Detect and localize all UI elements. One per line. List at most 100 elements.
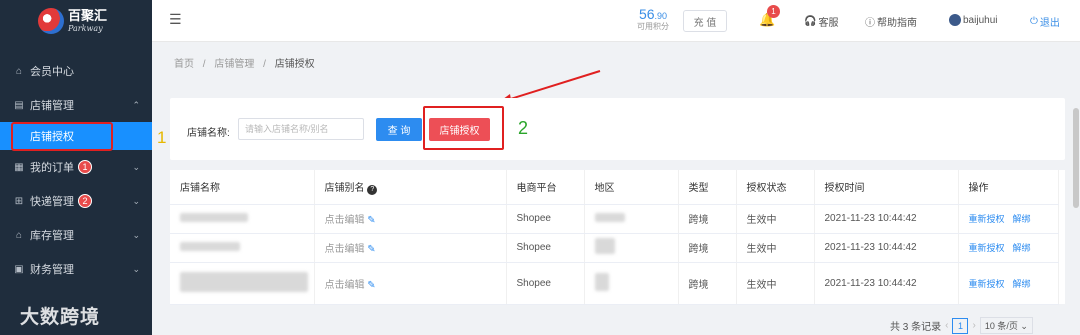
breadcrumb: 首页 / 店铺管理 / 店铺授权: [174, 55, 321, 70]
store-name-label: 店铺名称:: [187, 128, 230, 139]
notification-badge: 1: [767, 5, 780, 18]
redacted-text: [594, 272, 609, 291]
sidebar-item-store-management[interactable]: ▤ 店铺管理 ⌃: [0, 88, 152, 122]
breadcrumb-home[interactable]: 首页: [174, 59, 194, 70]
top-header: ☰ 56.90 可用积分 充 值 🔔 1 🎧 客服 ⓘ 帮助指南 baijuhui …: [152, 0, 1080, 42]
watermark: 大数跨境: [20, 307, 101, 328]
page-size-select[interactable]: 10 条/页 ⌄: [979, 317, 1033, 334]
sidebar-item-label: 快递管理: [30, 196, 74, 208]
redacted-text: [594, 212, 625, 222]
customer-service-link[interactable]: 🎧 客服: [804, 14, 838, 29]
store-name-cell: [170, 233, 315, 263]
reauthorize-link[interactable]: 重新授权: [969, 214, 1005, 224]
breadcrumb-separator: /: [202, 59, 206, 70]
help-guide-link[interactable]: ⓘ 帮助指南: [865, 14, 917, 29]
store-authorize-button[interactable]: 店铺授权: [429, 118, 490, 141]
points-integer: 56: [638, 6, 655, 22]
breadcrumb-separator: /: [263, 59, 266, 70]
logo-en-text: Parkway: [68, 23, 103, 33]
sidebar-item-my-orders[interactable]: ▦ 我的订单 1 ⌄: [0, 150, 152, 184]
order-count-badge: 1: [78, 160, 92, 174]
chevron-down-icon: ⌄: [132, 229, 140, 240]
type-cell: 跨境: [678, 204, 737, 234]
question-icon[interactable]: ?: [367, 184, 378, 195]
unbind-link[interactable]: 解绑: [1013, 243, 1031, 253]
page-number[interactable]: 1: [952, 317, 969, 334]
store-icon: ▤: [14, 99, 24, 111]
status-cell: 生效中: [736, 233, 815, 263]
auth-time-cell: 2021-11-23 10:44:42: [814, 262, 959, 305]
sidebar-item-inventory[interactable]: ⌂ 库存管理 ⌄: [0, 218, 152, 252]
auth-time-cell: 2021-11-23 10:44:42: [814, 204, 959, 234]
column-header: 授权状态: [736, 170, 815, 205]
chevron-up-icon: ⌃: [132, 99, 140, 110]
menu-toggle-icon[interactable]: ☰: [169, 11, 182, 28]
chevron-down-icon: ⌄: [132, 263, 140, 274]
next-page-icon[interactable]: ›: [972, 320, 975, 331]
edit-alias-link[interactable]: 点击编辑: [325, 244, 365, 255]
avatar: [949, 14, 961, 26]
type-cell: 跨境: [678, 233, 737, 263]
region-cell: [584, 262, 679, 305]
warehouse-icon: ⌂: [15, 229, 23, 241]
prev-page-icon[interactable]: ‹: [945, 320, 948, 331]
sidebar-item-label: 财务管理: [30, 264, 74, 276]
sidebar-item-label: 我的订单: [30, 162, 74, 174]
edit-alias-link[interactable]: 点击编辑: [325, 215, 365, 226]
sidebar-item-label: 店铺管理: [30, 100, 74, 112]
annotation-1: 1: [157, 128, 167, 147]
pagination: 共 3 条记录 ‹ 1 › 10 条/页 ⌄: [890, 317, 1033, 334]
unbind-link[interactable]: 解绑: [1013, 279, 1031, 289]
highlight-box-1: [11, 122, 113, 151]
store-alias-cell[interactable]: 点击编辑 ✎: [314, 233, 507, 263]
pencil-icon[interactable]: ✎: [367, 215, 375, 226]
pencil-icon[interactable]: ✎: [367, 280, 375, 291]
chevron-down-icon: ⌄: [132, 161, 140, 172]
store-table: 店铺名称 店铺别名 ? 电商平台 地区 类型 授权状态 授权时间 操作 点击编辑…: [170, 170, 1059, 305]
scrollbar[interactable]: [1073, 108, 1079, 208]
column-header: 电商平台: [506, 170, 585, 205]
table-row: 点击编辑 ✎ Shopee 跨境 生效中 2021-11-23 10:44:42…: [170, 204, 1059, 234]
delivery-count-badge: 2: [78, 194, 92, 208]
delivery-icon: ⊞: [14, 195, 24, 207]
points-label: 可用积分: [637, 22, 669, 31]
platform-cell: Shopee: [506, 204, 585, 234]
query-button[interactable]: 查 询: [376, 118, 422, 141]
user-menu[interactable]: baijuhui: [949, 14, 997, 26]
redacted-text: [180, 241, 240, 251]
breadcrumb-section[interactable]: 店铺管理: [214, 59, 254, 70]
recharge-button[interactable]: 充 值: [683, 10, 727, 32]
points-display: 56.90 可用积分: [637, 6, 669, 32]
table-row: 点击编辑 ✎ Shopee 跨境 生效中 2021-11-23 10:44:42…: [170, 262, 1059, 305]
pencil-icon[interactable]: ✎: [367, 244, 375, 255]
breadcrumb-current: 店铺授权: [274, 59, 315, 70]
sidebar-item-finance[interactable]: ▣ 财务管理 ⌄: [0, 252, 152, 286]
logout-link[interactable]: ⏻ 退出: [1030, 14, 1060, 29]
sidebar-item-member-center[interactable]: ⌂ 会员中心: [0, 54, 152, 88]
store-alias-cell[interactable]: 点击编辑 ✎: [314, 262, 507, 305]
status-cell: 生效中: [736, 204, 815, 234]
sidebar-item-delivery[interactable]: ⊞ 快递管理 2 ⌄: [0, 184, 152, 218]
search-panel: 店铺名称: 查 询 店铺授权: [170, 98, 1065, 160]
store-search-input[interactable]: [238, 118, 364, 140]
redacted-text: [180, 212, 248, 222]
logo[interactable]: 百聚汇 Parkway: [0, 0, 152, 42]
store-name-cell: [170, 262, 315, 305]
reauthorize-link[interactable]: 重新授权: [969, 243, 1005, 253]
platform-cell: Shopee: [506, 262, 585, 305]
finance-icon: ▣: [14, 263, 24, 275]
column-header: 类型: [678, 170, 737, 205]
unbind-link[interactable]: 解绑: [1013, 214, 1031, 224]
redacted-text: [594, 238, 615, 254]
column-header: 地区: [584, 170, 679, 205]
reauthorize-link[interactable]: 重新授权: [969, 279, 1005, 289]
edit-alias-link[interactable]: 点击编辑: [325, 280, 365, 291]
store-alias-cell[interactable]: 点击编辑 ✎: [314, 204, 507, 234]
type-cell: 跨境: [678, 262, 737, 305]
logout-icon: ⏻: [1030, 16, 1038, 27]
table-row: 点击编辑 ✎ Shopee 跨境 生效中 2021-11-23 10:44:42…: [170, 233, 1059, 263]
sidebar-item-label: 库存管理: [30, 230, 74, 242]
logo-icon: [38, 8, 64, 34]
operations-cell: 重新授权 解绑: [958, 262, 1059, 305]
chevron-down-icon: ⌄: [132, 195, 140, 206]
